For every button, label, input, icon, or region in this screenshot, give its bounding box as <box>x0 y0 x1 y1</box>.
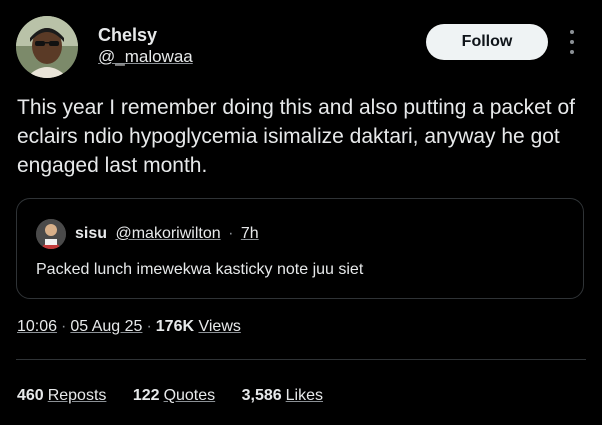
quote-handle[interactable]: @makoriwilton <box>115 225 220 242</box>
tweet-time[interactable]: 10:06 <box>17 318 57 335</box>
quote-meta: sisu @makoriwilton · 7h <box>75 224 259 244</box>
quotes-count: 122 <box>132 387 160 404</box>
more-dot <box>570 40 574 44</box>
divider <box>16 359 586 360</box>
tweet-meta: 10:06 · 05 Aug 25 · 176K Views <box>17 317 241 337</box>
meta-separator: · <box>146 318 152 335</box>
meta-separator: · <box>61 318 67 335</box>
quote-time[interactable]: 7h <box>241 225 259 242</box>
more-dot <box>570 30 574 34</box>
likes-label[interactable]: Likes <box>286 387 323 404</box>
author-avatar[interactable] <box>16 16 78 78</box>
tweet-date[interactable]: 05 Aug 25 <box>70 318 142 335</box>
author-display-name[interactable]: Chelsy <box>98 24 193 46</box>
quote-author-avatar[interactable] <box>36 219 66 249</box>
reposts-count: 460 <box>17 387 44 404</box>
reposts-stat[interactable]: 460 Reposts <box>17 386 106 406</box>
quoted-tweet[interactable]: sisu @makoriwilton · 7h Packed lunch ime… <box>16 198 584 299</box>
views-count: 176K <box>155 318 195 335</box>
quote-separator: · <box>228 225 234 242</box>
views-label[interactable]: Views <box>198 318 240 335</box>
tweet-header: Chelsy @_malowaa Follow <box>16 16 586 78</box>
tweet-text: This year I remember doing this and also… <box>17 96 575 177</box>
author-avatar-image <box>16 16 78 78</box>
more-vertical-icon[interactable] <box>564 30 580 54</box>
quote-text: Packed lunch imewekwa kasticky note juu … <box>36 261 364 278</box>
follow-button[interactable]: Follow <box>426 24 548 60</box>
engagement-stats: 460 Reposts 122 Quotes 3,586 Likes <box>17 386 345 406</box>
author-names: Chelsy @_malowaa <box>98 24 193 68</box>
likes-count: 3,586 <box>241 387 282 404</box>
quote-display-name[interactable]: sisu <box>75 225 107 242</box>
quotes-stat[interactable]: 122 Quotes <box>133 386 215 406</box>
quotes-label[interactable]: Quotes <box>164 387 216 404</box>
author-handle[interactable]: @_malowaa <box>98 46 193 68</box>
reposts-label[interactable]: Reposts <box>48 387 107 404</box>
more-dot <box>570 50 574 54</box>
quote-avatar-image <box>36 219 66 249</box>
likes-stat[interactable]: 3,586 Likes <box>242 386 323 406</box>
